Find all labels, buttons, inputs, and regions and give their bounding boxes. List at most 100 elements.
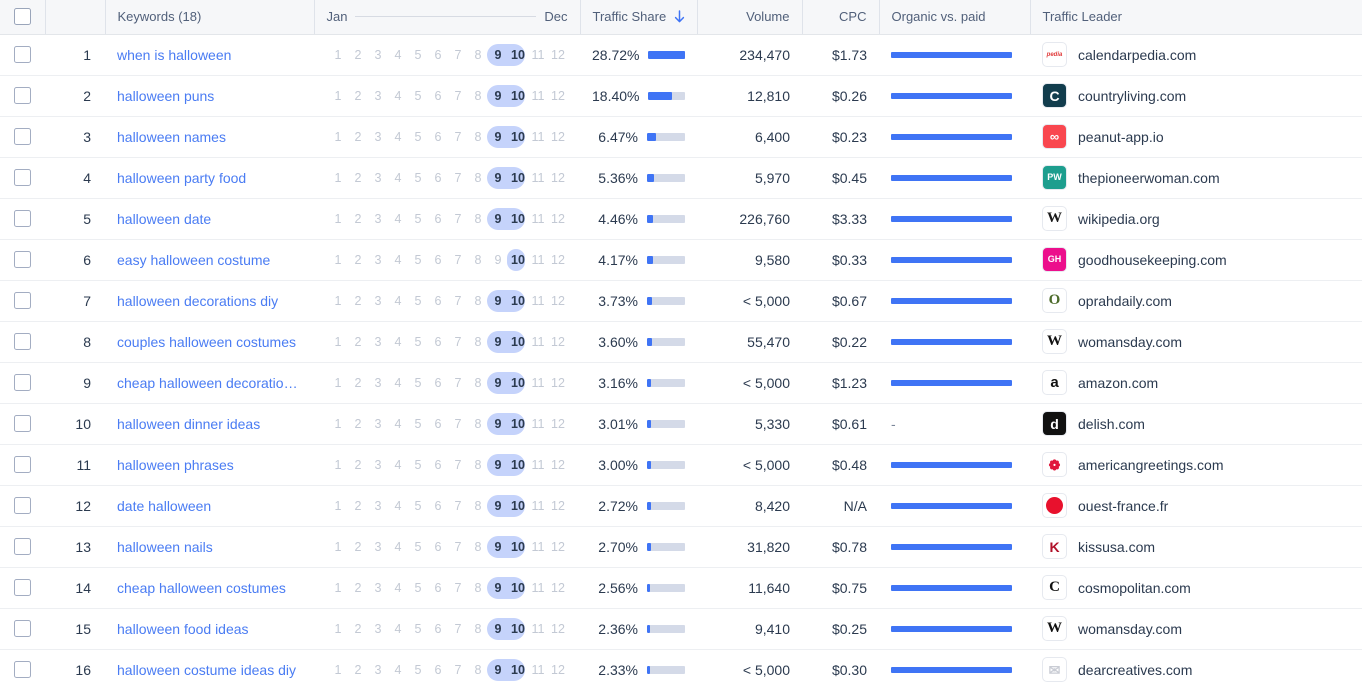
table-row[interactable]: 11 halloween phrases 1 2 3 4 5 6 7 8 9 10 11 12 3.00% <… (0, 444, 1362, 486)
traffic-leader-domain[interactable]: thepioneerwoman.com (1078, 170, 1220, 186)
traffic-leader-domain[interactable]: delish.com (1078, 416, 1145, 432)
keyword-link[interactable]: when is halloween (117, 47, 302, 63)
cpc-header[interactable]: CPC (802, 0, 880, 35)
row-select-cell[interactable] (0, 485, 45, 527)
traffic-leader-domain[interactable]: dearcreatives.com (1078, 662, 1192, 678)
row-checkbox[interactable] (14, 87, 31, 104)
traffic-share-header-label: Traffic Share (592, 9, 667, 25)
row-checkbox[interactable] (14, 579, 31, 596)
row-checkbox[interactable] (14, 456, 31, 473)
traffic-share-header[interactable]: Traffic Share (580, 0, 698, 35)
row-select-cell[interactable] (0, 116, 45, 158)
row-select-cell[interactable] (0, 75, 45, 117)
month-9: 9 (494, 88, 502, 103)
keyword-link[interactable]: halloween nails (117, 539, 302, 555)
row-select-cell[interactable] (0, 608, 45, 650)
month-2: 2 (354, 252, 362, 267)
traffic-leader-domain[interactable]: countryliving.com (1078, 88, 1186, 104)
row-select-cell[interactable] (0, 198, 45, 240)
traffic-leader-domain[interactable]: cosmopolitan.com (1078, 580, 1191, 596)
row-checkbox[interactable] (14, 620, 31, 637)
keyword-link[interactable]: cheap halloween decoratio… (117, 375, 302, 391)
table-row[interactable]: 8 couples halloween costumes 1 2 3 4 5 6 7 8 9 10 11… (0, 321, 1362, 363)
traffic-leader-domain[interactable]: amazon.com (1078, 375, 1158, 391)
traffic-leader-domain[interactable]: oprahdaily.com (1078, 293, 1172, 309)
row-checkbox[interactable] (14, 538, 31, 555)
traffic-leader-domain[interactable]: kissusa.com (1078, 539, 1155, 555)
traffic-leader-domain[interactable]: peanut-app.io (1078, 129, 1164, 145)
traffic-leader-domain[interactable]: wikipedia.org (1078, 211, 1160, 227)
keyword-link[interactable]: halloween phrases (117, 457, 302, 473)
table-row[interactable]: 3 halloween names 1 2 3 4 5 6 7 8 9 10 11 12 6.47% 6,40… (0, 116, 1362, 158)
select-all-checkbox[interactable] (13, 8, 31, 26)
row-select-cell[interactable] (0, 280, 45, 322)
row-checkbox[interactable] (14, 661, 31, 678)
table-row[interactable]: 7 halloween decorations diy 1 2 3 4 5 6 7 8 9 10 11 1… (0, 280, 1362, 322)
row-select-cell[interactable] (0, 362, 45, 404)
keyword-link[interactable]: halloween costume ideas diy (117, 662, 302, 678)
traffic-leader-domain[interactable]: womansday.com (1078, 334, 1182, 350)
table-row[interactable]: 13 halloween nails 1 2 3 4 5 6 7 8 9 10 11 12 2.70% 31,… (0, 526, 1362, 568)
volume-header[interactable]: Volume (697, 0, 803, 35)
keyword-link[interactable]: halloween dinner ideas (117, 416, 302, 432)
traffic-share-bar (647, 583, 685, 592)
seasonality-cell: 1 2 3 4 5 6 7 8 9 10 11 12 (314, 75, 580, 117)
keyword-link[interactable]: cheap halloween costumes (117, 580, 302, 596)
season-start-label: Jan (326, 9, 348, 25)
month-5: 5 (414, 539, 422, 554)
row-select-cell[interactable] (0, 157, 45, 199)
traffic-leader-domain[interactable]: ouest-france.fr (1078, 498, 1168, 514)
row-select-cell[interactable] (0, 567, 45, 609)
keyword-link[interactable]: halloween names (117, 129, 302, 145)
traffic-leader-domain[interactable]: goodhousekeeping.com (1078, 252, 1227, 268)
traffic-share-bar (647, 501, 685, 510)
row-select-cell[interactable] (0, 239, 45, 281)
row-checkbox[interactable] (14, 128, 31, 145)
table-row[interactable]: 15 halloween food ideas 1 2 3 4 5 6 7 8 9 10 11 12 2.3… (0, 608, 1362, 650)
traffic-share-value: 2.72% (598, 497, 638, 514)
table-row[interactable]: 9 cheap halloween decoratio… 1 2 3 4 5 6 7 8 9 10 11… (0, 362, 1362, 404)
cpc-value: $0.23 (802, 116, 879, 158)
month-6: 6 (434, 498, 442, 513)
keyword-link[interactable]: halloween decorations diy (117, 293, 302, 309)
table-row[interactable]: 12 date halloween 1 2 3 4 5 6 7 8 9 10 11 12 2.72% 8,42… (0, 485, 1362, 527)
row-select-cell[interactable] (0, 403, 45, 445)
table-row[interactable]: 16 halloween costume ideas diy 1 2 3 4 5 6 7 8 9 10… (0, 649, 1362, 683)
row-select-cell[interactable] (0, 321, 45, 363)
row-checkbox[interactable] (14, 415, 31, 432)
row-checkbox[interactable] (14, 251, 31, 268)
row-checkbox[interactable] (14, 210, 31, 227)
row-checkbox[interactable] (14, 46, 31, 63)
traffic-leader-domain[interactable]: americangreetings.com (1078, 457, 1224, 473)
table-row[interactable]: 10 halloween dinner ideas 1 2 3 4 5 6 7 8 9 10 11 12 3… (0, 403, 1362, 445)
row-checkbox[interactable] (14, 169, 31, 186)
keyword-link[interactable]: date halloween (117, 498, 302, 514)
table-row[interactable]: 5 halloween date 1 2 3 4 5 6 7 8 9 10 11 12 4.46% 226,7… (0, 198, 1362, 240)
keyword-link[interactable]: halloween food ideas (117, 621, 302, 637)
row-checkbox[interactable] (14, 497, 31, 514)
table-row[interactable]: 14 cheap halloween costumes 1 2 3 4 5 6 7 8 9 10 11 1… (0, 567, 1362, 609)
traffic-leader-domain[interactable]: calendarpedia.com (1078, 47, 1196, 63)
table-row[interactable]: 6 easy halloween costume 1 2 3 4 5 6 7 8 9 10 11 12 4.… (0, 239, 1362, 281)
row-select-cell[interactable] (0, 526, 45, 568)
table-row[interactable]: 1 when is halloween 1 2 3 4 5 6 7 8 9 10 11 12 28.72% 2… (0, 34, 1362, 76)
row-checkbox[interactable] (14, 333, 31, 350)
row-select-cell[interactable] (0, 444, 45, 486)
keyword-link[interactable]: halloween party food (117, 170, 302, 186)
table-row[interactable]: 4 halloween party food 1 2 3 4 5 6 7 8 9 10 11 12 5.36… (0, 157, 1362, 199)
keywords-header[interactable]: Keywords (18) (105, 0, 315, 35)
traffic-leader-domain[interactable]: womansday.com (1078, 621, 1182, 637)
arrow-down-icon[interactable] (673, 10, 686, 24)
table-row[interactable]: 2 halloween puns 1 2 3 4 5 6 7 8 9 10 11 12 18.40% 12,8… (0, 75, 1362, 117)
row-checkbox[interactable] (14, 374, 31, 391)
keyword-link[interactable]: couples halloween costumes (117, 334, 302, 350)
seasonality-months: 1 2 3 4 5 6 7 8 9 10 11 12 (326, 658, 568, 681)
month-2: 2 (354, 211, 362, 226)
keyword-link[interactable]: halloween puns (117, 88, 302, 104)
keyword-link[interactable]: halloween date (117, 211, 302, 227)
keyword-link[interactable]: easy halloween costume (117, 252, 302, 268)
month-3: 3 (374, 498, 382, 513)
row-select-cell[interactable] (0, 34, 45, 76)
row-checkbox[interactable] (14, 292, 31, 309)
row-select-cell[interactable] (0, 649, 45, 683)
